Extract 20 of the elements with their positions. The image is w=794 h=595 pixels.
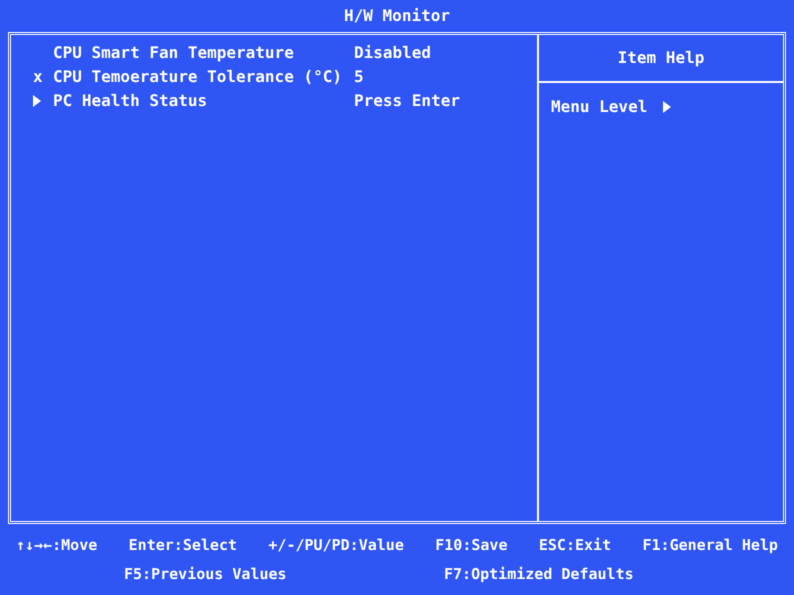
key-hint: +/-/PU/PD:Value: [268, 535, 404, 556]
setting-value[interactable]: Press Enter: [354, 89, 460, 113]
key-hint: ESC:Exit: [538, 535, 612, 556]
key-hint: F7:Optimized Defaults: [444, 564, 634, 584]
setting-label[interactable]: CPU Temoerature Tolerance (°C): [53, 65, 354, 89]
right-triangle-icon: [663, 101, 672, 113]
window-title: H/W Monitor: [344, 5, 450, 27]
menu-level-label: Menu Level: [551, 96, 648, 118]
key-hint: F1:General Help: [642, 535, 778, 556]
key-hint: Enter:Select: [128, 535, 238, 556]
setting-value[interactable]: Disabled: [354, 41, 432, 65]
key-hint: ↑↓→←:Move: [16, 535, 98, 556]
setting-label[interactable]: PC Health Status: [53, 89, 354, 113]
key-hint: F10:Save: [435, 535, 508, 556]
key-hint: F5:Previous Values: [124, 564, 288, 584]
help-title: Item Help: [618, 47, 704, 69]
setting-value[interactable]: 5: [354, 65, 364, 89]
right-triangle-icon: [33, 95, 41, 107]
setting-label[interactable]: CPU Smart Fan Temperature: [53, 41, 354, 65]
unavailable-marker: x: [33, 66, 43, 88]
